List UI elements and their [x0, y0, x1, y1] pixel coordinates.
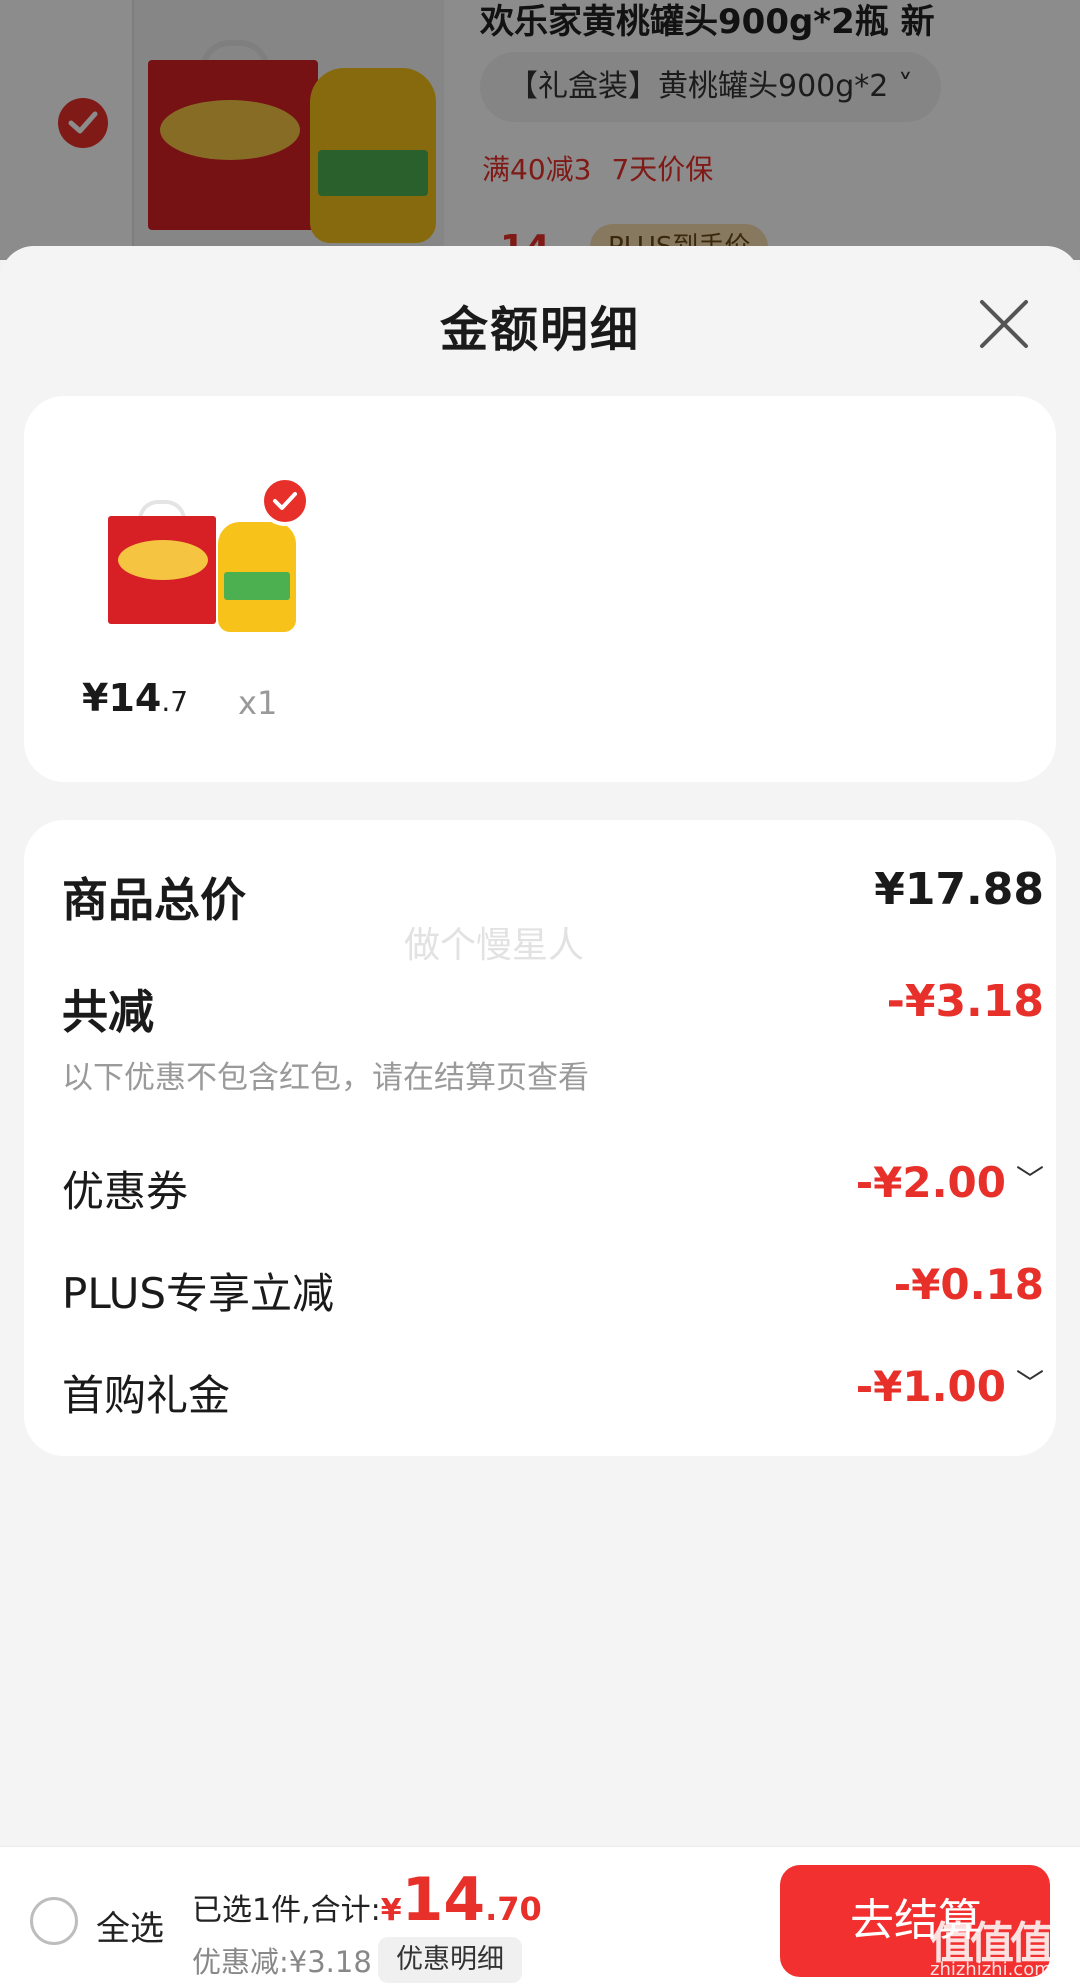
discount-summary: 优惠减:¥3.18 [192, 1945, 372, 1979]
reduction-note: 以下优惠不包含红包，请在结算页查看 [62, 1060, 589, 1096]
discount-detail-button[interactable]: 优惠明细 [378, 1937, 522, 1983]
total-reduction-label: 共减 [62, 985, 154, 1039]
chevron-down-icon[interactable]: ﹀ [1016, 1362, 1044, 1402]
overlay-mask[interactable] [0, 0, 1080, 260]
plus-discount-label: PLUS专享立减 [62, 1269, 335, 1318]
coupon-label: 优惠券 [62, 1167, 189, 1216]
checkmark-icon [260, 476, 310, 526]
first-purchase-value: -¥1.00 [855, 1362, 1006, 1411]
currency-symbol: ¥ [380, 1893, 402, 1928]
coupon-row[interactable]: 优惠券 -¥2.00 ﹀ [62, 1158, 1044, 1238]
item-quantity: x1 [238, 684, 278, 722]
total-integer: 14 [401, 1865, 486, 1935]
close-icon[interactable] [976, 296, 1032, 352]
site-url: zhizhizhi.com [930, 1959, 1052, 1980]
sheet-title: 金额明细 [439, 302, 640, 358]
total-reduction-row: 共减 -¥3.18 [62, 976, 1044, 1056]
total-reduction-value: -¥3.18 [886, 976, 1044, 1027]
checkout-bar: 全选 已选1件,合计:¥14.70 优惠减:¥3.18 优惠明细 去结算 值值值… [0, 1846, 1080, 1985]
price-summary-card: 商品总价 ¥17.88 做个慢星人 共减 -¥3.18 以下优惠不包含红包，请在… [24, 820, 1056, 1456]
total-price-label: 商品总价 [62, 873, 246, 927]
selected-items-card: ¥14.7 x1 [24, 396, 1056, 782]
amount-detail-sheet: 金额明细 ¥14.7 x1 商品总价 ¥17.88 做个慢星人 共减 -¥3.1… [0, 246, 1080, 1846]
selected-count-text: 已选1件,合计: [192, 1893, 381, 1928]
first-purchase-row[interactable]: 首购礼金 -¥1.00 ﹀ [62, 1362, 1044, 1442]
first-purchase-label: 首购礼金 [62, 1371, 231, 1420]
plus-discount-value: -¥0.18 [893, 1260, 1044, 1309]
total-price-value: ¥17.88 [874, 864, 1044, 915]
chevron-down-icon[interactable]: ﹀ [1016, 1158, 1044, 1198]
coupon-value: -¥2.00 [855, 1158, 1006, 1207]
select-all-label[interactable]: 全选 [96, 1901, 164, 1950]
plus-discount-row: PLUS专享立减 -¥0.18 [62, 1260, 1044, 1340]
item-price: ¥14.7 [82, 676, 189, 720]
background-cart-item: 欢乐家黄桃罐头900g*2瓶 新 【礼盒装】黄桃罐头900g*2 ˅ 满40减3… [0, 0, 1080, 260]
watermark: 做个慢星人 [404, 925, 585, 966]
total-decimal: .70 [485, 1890, 542, 1928]
product-thumbnail[interactable] [78, 476, 310, 636]
selected-total: 已选1件,合计:¥14.70 [192, 1865, 542, 1935]
select-all-radio[interactable] [30, 1897, 78, 1945]
